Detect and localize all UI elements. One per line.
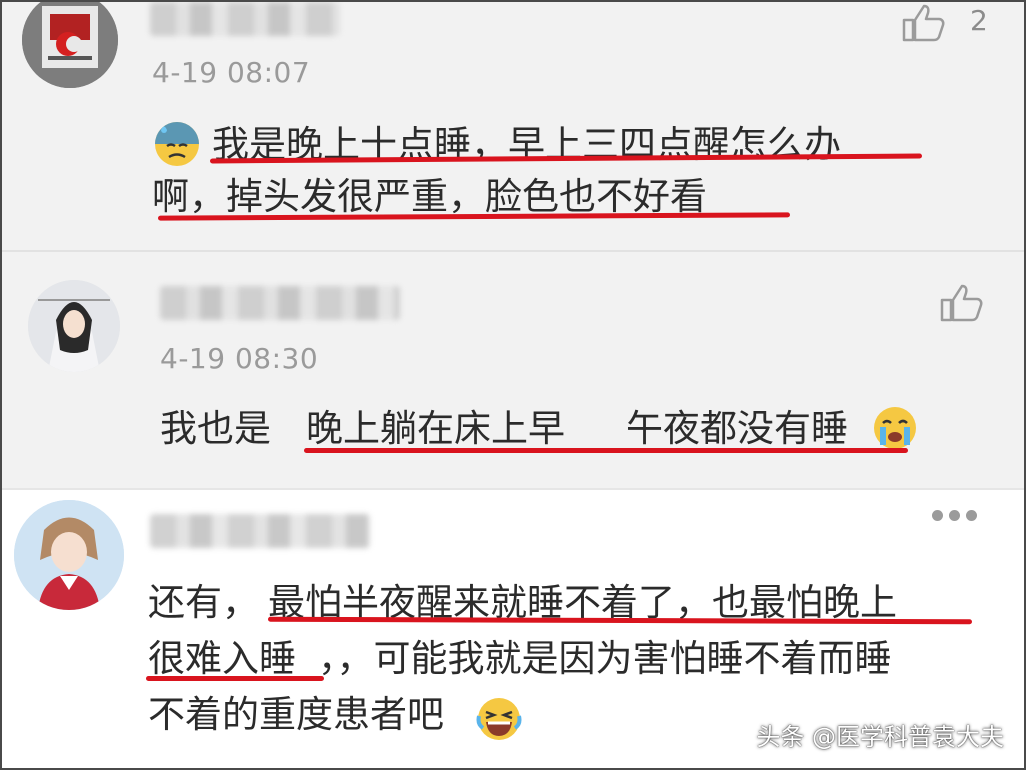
sweat-emoji-icon: [153, 120, 201, 172]
username-blurred: [150, 2, 340, 36]
username-blurred: [150, 514, 370, 548]
comment-text-line-2: ，，可能我就是因为害怕睡不着而睡: [318, 637, 892, 680]
highlight-underline: [304, 448, 908, 453]
comment-text-prefix: 还有，: [148, 581, 259, 624]
avatar[interactable]: [28, 280, 120, 372]
username-blurred: [160, 286, 400, 320]
avatar[interactable]: [22, 0, 118, 88]
comment-time: 4-19 08:07: [152, 56, 311, 89]
comment-text-line-3: 不着的重度患者吧: [148, 693, 444, 736]
comment-text-prefix: 我也是: [160, 407, 271, 450]
comment-3: 还有， 最怕半夜醒来就睡不着了，也最怕晚上 很难入睡 ，，可能我就是因为害怕睡不…: [0, 488, 1026, 772]
laughing-emoji-icon: [476, 696, 522, 746]
comment-1: 2 4-19 08:07 我是晚上十点睡，早上三四点醒怎么办 啊，掉头发很严重，…: [0, 0, 1026, 250]
highlight-underline: [146, 676, 324, 681]
more-dots-icon[interactable]: [932, 510, 977, 521]
thumbs-up-icon[interactable]: [900, 2, 948, 46]
comment-time: 4-19 08:30: [160, 342, 319, 375]
comment-text-line-1: 我是晚上十点睡，早上三四点醒怎么办: [212, 123, 841, 166]
watermark: 头条 @医学科普袁大夫: [756, 723, 1004, 751]
avatar[interactable]: [14, 500, 124, 610]
like-count: 2: [970, 4, 988, 37]
comment-2: 4-19 08:30 我也是 晚上躺在床上早 午夜都没有睡: [0, 250, 1026, 490]
thumbs-up-icon[interactable]: [938, 282, 986, 326]
